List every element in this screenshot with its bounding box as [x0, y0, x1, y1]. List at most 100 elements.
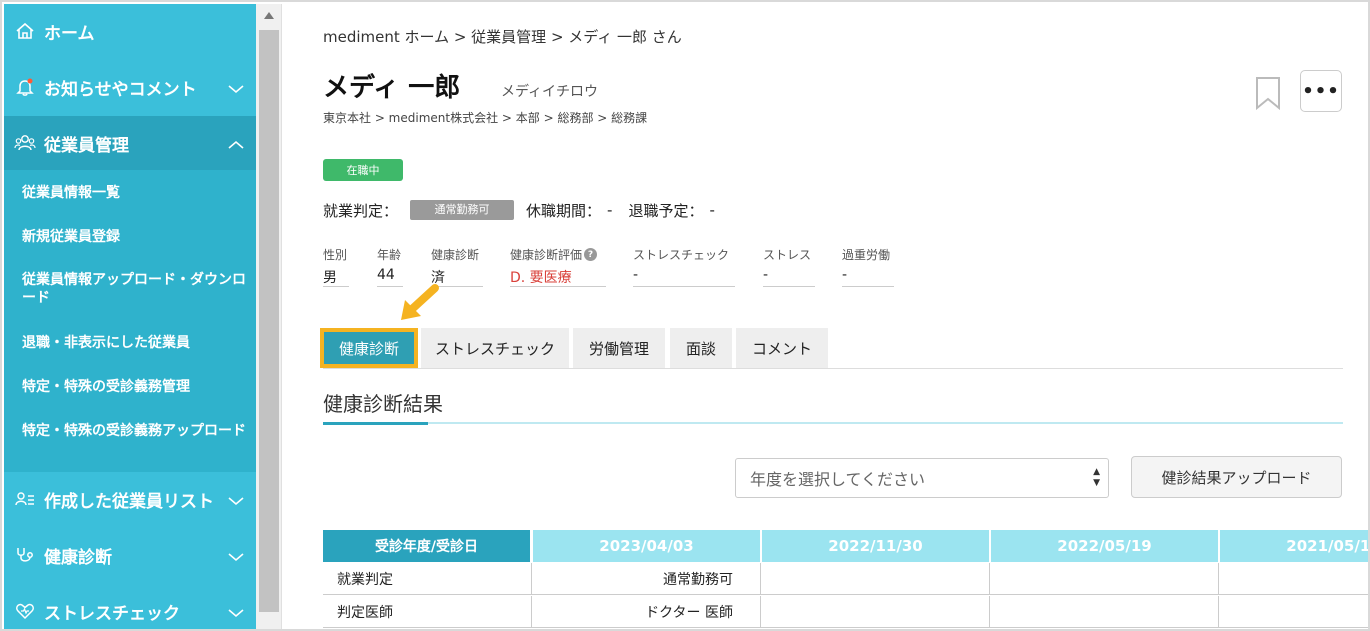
submenu-special-exam-management[interactable]: 特定・特殊の受診義務管理: [22, 378, 250, 396]
status-badge: 在職中: [323, 159, 403, 181]
users-icon: [14, 132, 36, 154]
tabs-underline: [323, 368, 1343, 369]
table-cell: [990, 596, 1219, 628]
info-gender: 性別 男: [323, 246, 349, 287]
app-frame: ホーム お知らせやコメント 従業員管理 従業員情報一覧 新規従業員登録 従業員情…: [0, 0, 1370, 631]
retire-label: 退職予定：: [628, 201, 704, 220]
info-stress-check: ストレスチェック -: [633, 246, 735, 287]
retire-value: -: [709, 201, 715, 219]
info-overwork: 過重労働 -: [842, 246, 894, 287]
ellipsis-icon: •••: [1302, 80, 1340, 102]
scroll-up-arrow-icon[interactable]: [264, 12, 274, 19]
table-header-date-col[interactable]: 2022/05/19: [991, 530, 1218, 562]
submenu-employee-list[interactable]: 従業員情報一覧: [22, 184, 250, 202]
info-age: 年齢 44: [377, 246, 403, 287]
person-list-icon: [14, 488, 36, 510]
judgement-badge: 通常勤務可: [410, 200, 515, 220]
submenu-upload-download[interactable]: 従業員情報アップロード・ダウンロード: [22, 271, 250, 307]
info-label: 健康診断: [431, 248, 480, 262]
sidebar-item-employee-management[interactable]: 従業員管理: [4, 116, 256, 170]
sidebar-item-label: 作成した従業員リスト: [44, 491, 214, 512]
main-content: mediment ホーム > 従業員管理 > メディ 一郎 さん メディ 一郎 …: [283, 4, 1368, 629]
sidebar-scrollbar[interactable]: [256, 4, 282, 629]
submenu-special-exam-upload[interactable]: 特定・特殊の受診義務アップロード: [22, 422, 250, 440]
tab-health-check[interactable]: 健康診断: [320, 328, 418, 368]
table-header-date-col[interactable]: 2023/04/03: [533, 530, 760, 562]
sidebar-item-notifications[interactable]: お知らせやコメント: [4, 60, 256, 114]
breadcrumb[interactable]: mediment ホーム > 従業員管理 > メディ 一郎 さん: [323, 26, 682, 47]
info-label: 年齢: [377, 248, 402, 262]
chevron-down-icon: [228, 603, 244, 623]
info-health-check: 健康診断 済: [431, 246, 483, 287]
info-value: D. 要医療: [510, 267, 606, 287]
chevron-down-icon: [228, 547, 244, 567]
upload-results-button[interactable]: 健診結果アップロード: [1131, 456, 1342, 498]
bell-icon: [14, 76, 36, 98]
info-label: 性別: [323, 248, 348, 262]
section-title: 健康診断結果: [323, 392, 443, 416]
table-cell: [990, 563, 1219, 595]
sidebar-item-stress-check[interactable]: ストレスチェック: [4, 584, 256, 629]
sidebar: ホーム お知らせやコメント 従業員管理 従業員情報一覧 新規従業員登録 従業員情…: [4, 4, 256, 629]
tab-labor-management[interactable]: 労働管理: [573, 328, 665, 368]
info-value: 男: [323, 267, 349, 287]
bookmark-icon[interactable]: [1255, 76, 1281, 111]
table-row-label: 判定医師: [323, 596, 532, 628]
submenu-retired-hidden[interactable]: 退職・非表示にした従業員: [22, 334, 250, 352]
leave-label: 休職期間：: [526, 201, 602, 220]
sidebar-item-health-check[interactable]: 健康診断: [4, 528, 256, 582]
table-row-label: 就業判定: [323, 563, 532, 595]
submenu-new-employee[interactable]: 新規従業員登録: [22, 228, 250, 246]
work-status-row: 就業判定： 通常勤務可 休職期間： - 退職予定： -: [323, 198, 715, 222]
sidebar-item-created-lists[interactable]: 作成した従業員リスト: [4, 472, 256, 526]
heart-icon: [14, 600, 36, 622]
table-cell: [761, 563, 990, 595]
leave-value: -: [607, 201, 613, 219]
info-label: ストレス: [763, 248, 812, 262]
info-health-evaluation: 健康診断評価? D. 要医療: [510, 246, 606, 287]
table-cell: [761, 596, 990, 628]
table-cell: ドクター 医師: [532, 596, 761, 628]
help-icon[interactable]: ?: [584, 248, 598, 261]
info-label: 過重労働: [842, 248, 891, 262]
info-value: -: [633, 267, 735, 287]
sidebar-item-home[interactable]: ホーム: [4, 4, 256, 58]
year-select[interactable]: 年度を選択してください ▲ ▼: [735, 458, 1109, 498]
employee-submenu: 従業員情報一覧 新規従業員登録 従業員情報アップロード・ダウンロード 退職・非表…: [4, 170, 256, 472]
chevron-down-icon: [228, 491, 244, 511]
employee-name: メディ 一郎: [323, 73, 461, 103]
chevron-up-icon: [228, 135, 244, 155]
highlight-arrow-icon: [395, 284, 441, 326]
tab-stress-check[interactable]: ストレスチェック: [421, 328, 569, 368]
table-header-date-col[interactable]: 2021/05/19: [1220, 530, 1368, 562]
tab-comment[interactable]: コメント: [736, 328, 828, 368]
employee-kana: メディイチロウ: [501, 84, 599, 100]
judgement-label: 就業判定：: [323, 201, 399, 220]
table-header-date: 受診年度/受診日: [323, 530, 530, 562]
sidebar-item-label: ストレスチェック: [44, 603, 180, 624]
sidebar-item-label: お知らせやコメント: [44, 79, 197, 100]
scroll-thumb[interactable]: [259, 30, 279, 612]
table-header-date-col[interactable]: 2022/11/30: [762, 530, 989, 562]
table-cell: [1219, 596, 1368, 628]
sidebar-item-label: 従業員管理: [44, 135, 129, 156]
sidebar-item-label: 健康診断: [44, 547, 112, 568]
more-options-button[interactable]: •••: [1300, 70, 1342, 112]
info-label: ストレスチェック: [633, 248, 730, 262]
info-value: -: [842, 267, 894, 287]
info-stress: ストレス -: [763, 246, 815, 287]
stethoscope-icon: [14, 544, 36, 566]
section-divider-accent: [323, 422, 428, 425]
tab-interview[interactable]: 面談: [670, 328, 732, 368]
home-icon: [14, 20, 36, 42]
year-select-placeholder: 年度を選択してください: [750, 470, 926, 489]
sidebar-item-label: ホーム: [44, 23, 95, 44]
section-divider: [323, 422, 1343, 424]
table-cell: [1219, 563, 1368, 595]
table-cell: 通常勤務可: [532, 563, 761, 595]
chevron-down-icon: [228, 79, 244, 99]
info-label: 健康診断評価: [510, 248, 583, 262]
info-value: -: [763, 267, 815, 287]
organization-path: 東京本社 > mediment株式会社 > 本部 > 総務部 > 総務課: [323, 111, 648, 125]
select-updown-icon: ▲ ▼: [1093, 467, 1100, 488]
